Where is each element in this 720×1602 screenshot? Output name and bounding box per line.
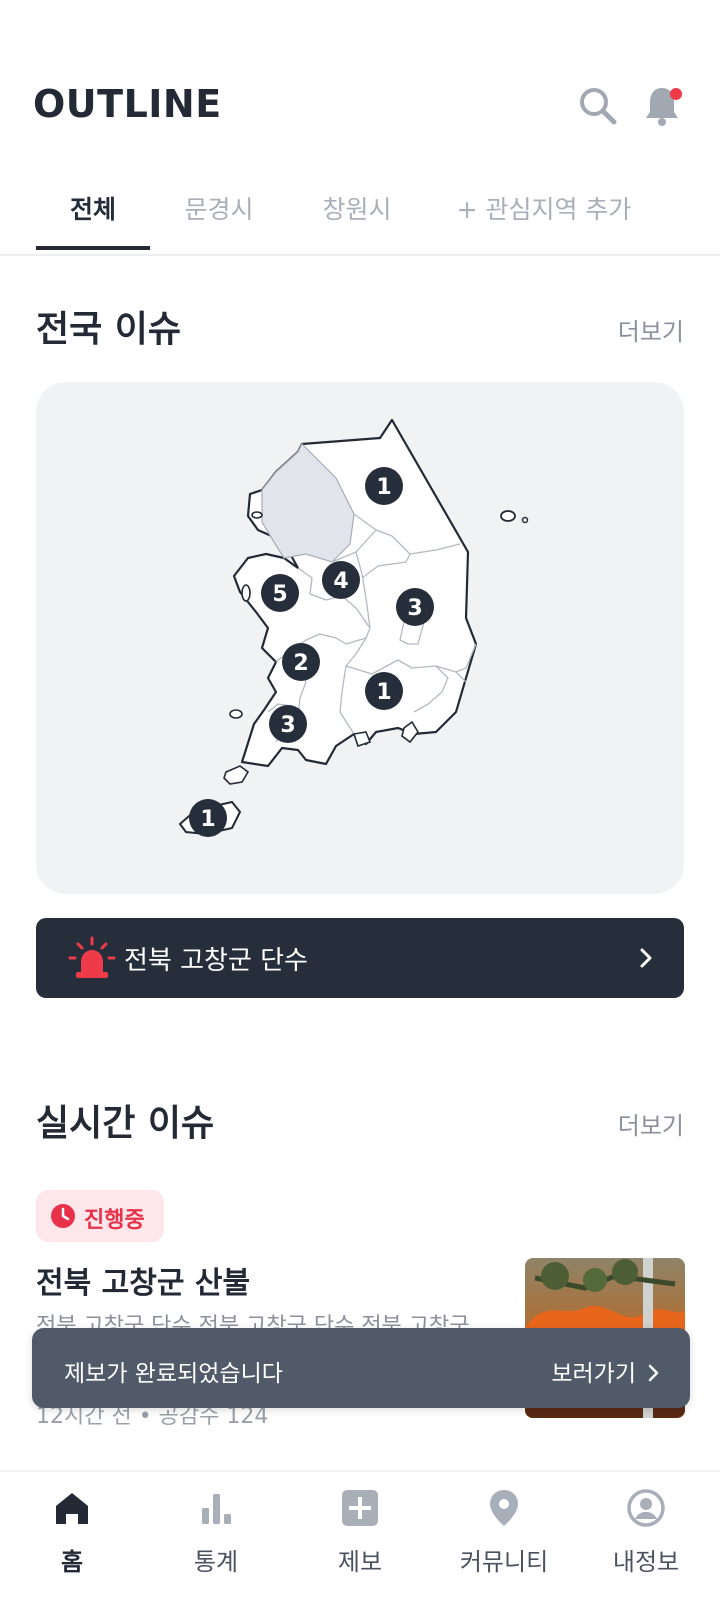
korea-map: 1 5 4 3 2 1 3 1	[178, 418, 529, 837]
toast-message: 제보가 완료되었습니다	[64, 1361, 283, 1387]
map-marker-gyeongnam[interactable]: 1	[365, 672, 403, 710]
app-header: OUTLINE	[0, 60, 720, 150]
svg-text:2: 2	[293, 651, 308, 676]
svg-text:3: 3	[407, 596, 422, 621]
chevron-right-icon	[636, 944, 656, 972]
map-marker-chungbuk[interactable]: 4	[322, 561, 360, 599]
map-marker-gyeongbuk[interactable]: 3	[396, 588, 434, 626]
active-tab-indicator	[36, 246, 150, 250]
toast-action-label: 보러가기	[551, 1361, 636, 1387]
svg-text:5: 5	[272, 582, 287, 607]
svg-text:1: 1	[376, 680, 391, 705]
tab-all[interactable]: 전체	[36, 188, 150, 252]
search-icon[interactable]	[576, 84, 620, 128]
plus-square-icon	[340, 1488, 380, 1528]
clock-icon	[50, 1203, 76, 1229]
dokdo	[521, 516, 529, 524]
map-marker-jeonnam[interactable]: 3	[269, 705, 307, 743]
bottom-navigation: 홈 통계 제보 커뮤니티 내정보	[0, 1470, 720, 1602]
nav-community[interactable]: 커뮤니티	[444, 1488, 564, 1588]
app-logo: OUTLINE	[33, 82, 222, 126]
bar-chart-icon	[196, 1488, 236, 1528]
siren-icon	[68, 936, 116, 980]
nav-profile[interactable]: 내정보	[586, 1488, 706, 1588]
map-marker-gangwon[interactable]: 1	[365, 467, 403, 505]
national-more-link[interactable]: 더보기	[618, 312, 684, 347]
tab-mungyeong[interactable]: 문경시	[160, 188, 278, 252]
nav-stats[interactable]: 통계	[156, 1488, 276, 1588]
nav-report-label: 제보	[337, 1548, 383, 1576]
realtime-issues-title: 실시간 이슈	[36, 1103, 215, 1144]
map-marker-jeonbuk[interactable]: 2	[282, 643, 320, 681]
chevron-right-icon	[648, 1363, 660, 1383]
svg-text:1: 1	[200, 807, 215, 832]
ulleungdo	[500, 510, 516, 522]
location-pin-icon	[484, 1488, 524, 1528]
status-badge: 진행중	[36, 1190, 164, 1242]
nav-stats-label: 통계	[193, 1548, 239, 1576]
nav-home[interactable]: 홈	[12, 1488, 132, 1588]
region-tabs: 전체 문경시 창원시 + 관심지역 추가	[0, 188, 720, 256]
nav-report[interactable]: 제보	[300, 1488, 420, 1588]
national-issues-title: 전국 이슈	[36, 309, 182, 350]
tab-add-region[interactable]: + 관심지역 추가	[444, 188, 644, 252]
korea-map-card: 1 5 4 3 2 1 3 1	[36, 382, 684, 894]
alert-text: 전북 고창군 단수	[124, 946, 308, 976]
nav-community-label: 커뮤니티	[459, 1548, 549, 1576]
issue-title[interactable]: 전북 고창군 산불	[36, 1258, 250, 1302]
realtime-more-link[interactable]: 더보기	[618, 1106, 684, 1141]
nav-home-label: 홈	[60, 1548, 84, 1576]
toast-notification: 제보가 완료되었습니다 보러가기	[32, 1328, 690, 1408]
alert-banner[interactable]: 전북 고창군 단수	[36, 918, 684, 998]
map-marker-jeju[interactable]: 1	[189, 799, 227, 837]
map-marker-chungnam[interactable]: 5	[261, 574, 299, 612]
svg-text:1: 1	[376, 475, 391, 500]
status-badge-label: 진행중	[84, 1208, 145, 1233]
tab-changwon[interactable]: 창원시	[298, 188, 416, 252]
svg-text:4: 4	[333, 569, 348, 594]
nav-profile-label: 내정보	[612, 1548, 680, 1576]
home-icon	[52, 1488, 92, 1528]
notification-dot	[670, 88, 682, 100]
toast-view-button[interactable]: 보러가기	[551, 1354, 660, 1388]
svg-text:3: 3	[280, 713, 295, 738]
user-circle-icon	[626, 1488, 666, 1528]
